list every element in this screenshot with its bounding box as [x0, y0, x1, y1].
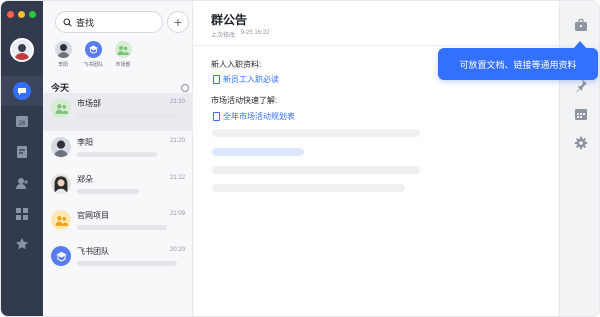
chat-time: 20:20	[169, 247, 185, 253]
pinned-chat-label: 李阳	[57, 62, 68, 68]
chat-item-liyang[interactable]: 李阳 21:20	[43, 132, 193, 170]
chat-name: 飞书团队	[77, 247, 109, 256]
calendar-grid-icon[interactable]	[574, 107, 588, 121]
avatar	[51, 137, 71, 157]
app-window: 26 查找 + 李阳 飞书团队 市场部 今天 市场部 21:10 李阳 21:2…	[0, 0, 600, 317]
avatar	[51, 210, 71, 230]
avatar	[51, 174, 71, 194]
tooltip-text: 可放置文档、链接等通用资料	[459, 59, 577, 70]
chat-name: 官网项目	[77, 211, 109, 220]
avatar	[51, 246, 71, 266]
page-title: 群公告	[211, 13, 248, 27]
pinned-chat-label: 飞书团队	[82, 62, 103, 68]
pinned-chats: 李阳 飞书团队 市场部	[51, 41, 135, 68]
document-icon	[213, 75, 220, 84]
avatar	[54, 41, 72, 58]
docs-icon	[17, 146, 27, 158]
divider	[193, 45, 559, 46]
chat-list-panel: 查找 + 李阳 飞书团队 市场部 今天 市场部 21:10 李阳 21:20 郑…	[43, 1, 193, 316]
nav-calendar[interactable]: 26	[1, 107, 43, 135]
content-placeholder	[212, 148, 304, 156]
chat-item-market[interactable]: 市场部 21:10	[43, 93, 193, 131]
settings-icon[interactable]	[574, 136, 588, 150]
last-modified: 上次修改: 9-25 16:22	[211, 30, 269, 39]
doc-link-label: 全年市场活动规划表	[223, 112, 295, 121]
avatar	[84, 41, 102, 58]
chat-item-website-project[interactable]: 官网项目 21:09	[43, 205, 193, 243]
plus-icon: +	[173, 14, 183, 30]
content-placeholder	[212, 129, 420, 137]
search-input[interactable]: 查找	[55, 11, 163, 33]
chat-icon	[13, 82, 31, 100]
contacts-icon	[16, 178, 28, 189]
nav-messages[interactable]	[1, 76, 43, 106]
avatar	[51, 98, 71, 118]
doc-link-label: 新员工入职必读	[223, 75, 279, 84]
search-icon	[63, 18, 72, 27]
pinned-chat-market[interactable]: 市场部	[111, 41, 135, 68]
nav-contacts[interactable]	[1, 169, 43, 197]
section-heading: 新人入职资料:	[211, 60, 262, 69]
calendar-day: 26	[19, 121, 26, 127]
pinned-chat-liyang[interactable]: 李阳	[51, 41, 75, 68]
left-nav-rail: 26	[1, 1, 43, 316]
doc-link-market-plan[interactable]: 全年市场活动规划表	[213, 111, 295, 122]
chat-preview-placeholder	[77, 152, 157, 157]
avatar	[114, 41, 132, 58]
chat-item-feishu-team[interactable]: 飞书团队 20:20	[43, 241, 193, 279]
maximize-window-button[interactable]	[29, 11, 36, 18]
chat-time: 21:10	[169, 99, 185, 105]
apps-icon	[16, 208, 28, 220]
chat-preview-placeholder	[77, 261, 177, 266]
minimize-window-button[interactable]	[18, 11, 25, 18]
window-controls	[7, 11, 36, 18]
star-icon	[16, 238, 28, 250]
close-window-button[interactable]	[7, 11, 14, 18]
collapse-icon[interactable]	[181, 83, 189, 92]
pin-icon[interactable]	[574, 78, 588, 92]
content-placeholder	[212, 184, 405, 192]
chat-name: 郑朵	[77, 175, 93, 184]
pinned-chat-label: 市场部	[115, 62, 131, 68]
chat-preview-placeholder	[77, 113, 177, 118]
section-heading: 市场活动快速了解:	[211, 96, 278, 105]
last-modified-label: 上次修改:	[211, 33, 237, 39]
chat-preview-placeholder	[77, 189, 139, 194]
user-avatar[interactable]	[10, 38, 34, 62]
calendar-icon: 26	[16, 116, 28, 127]
tooltip: 可放置文档、链接等通用资料	[438, 48, 598, 80]
content-placeholder	[212, 166, 420, 174]
document-icon	[213, 112, 220, 121]
chat-name: 李阳	[77, 138, 93, 147]
chat-preview-placeholder	[77, 225, 167, 230]
create-button[interactable]: +	[167, 11, 189, 33]
nav-favorites[interactable]	[1, 230, 43, 258]
nav-apps[interactable]	[1, 200, 43, 228]
chat-time: 21:09	[169, 211, 185, 217]
chat-time: 21:12	[169, 175, 185, 181]
chat-time: 21:20	[169, 138, 185, 144]
chat-item-zhengduo[interactable]: 郑朵 21:12	[43, 169, 193, 207]
pinned-chat-feishu-team[interactable]: 飞书团队	[81, 41, 105, 68]
nav-docs[interactable]	[1, 138, 43, 166]
chat-name: 市场部	[77, 99, 101, 108]
doc-link-onboarding[interactable]: 新员工入职必读	[213, 74, 279, 85]
search-placeholder: 查找	[76, 17, 95, 28]
briefcase-icon[interactable]	[574, 18, 588, 32]
last-modified-time: 9-25 16:22	[240, 30, 270, 36]
